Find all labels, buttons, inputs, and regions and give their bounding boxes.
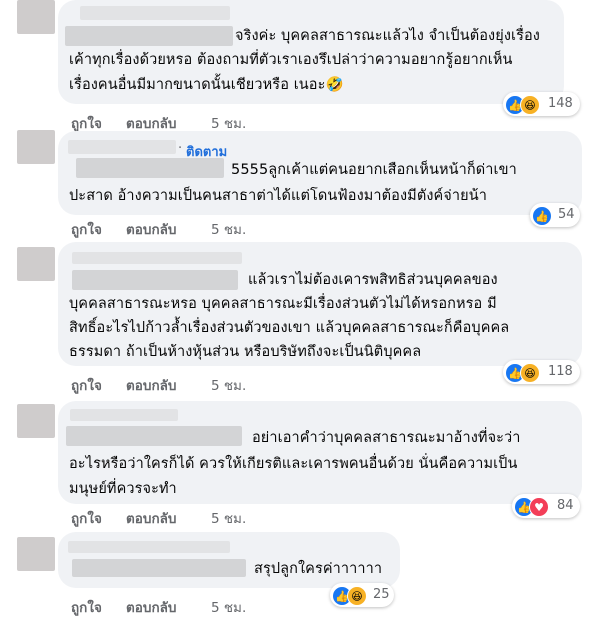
redacted-name — [80, 6, 230, 20]
comment-text-line: จริงค่ะ บุคคลสาธารณะแล้วไง จำเป็นต้องยุ่… — [235, 28, 540, 44]
reaction-summary[interactable]: 👍 😆 118 — [503, 360, 580, 384]
like-link[interactable]: ถูกใจ — [71, 596, 102, 618]
comment-text-line: เรื่องคนอื่นมีมากขนาดนั้นเชียวหรือ เนอะ🤣 — [69, 77, 344, 93]
redacted-name — [65, 26, 233, 46]
redacted-name — [72, 252, 242, 264]
avatar[interactable] — [17, 130, 55, 164]
redacted-name — [76, 158, 224, 178]
reaction-summary[interactable]: 👍 😆 148 — [503, 92, 580, 116]
laughing-face-icon: 😆 — [520, 95, 540, 115]
comment-text-line: ธรรมดา ถ้าเป็นห้างหุ้นส่วน หรือบริษัทถึง… — [69, 344, 422, 360]
thumbs-up-icon: 👍 — [532, 206, 552, 226]
reply-link[interactable]: ตอบกลับ — [126, 596, 176, 618]
redacted-name — [72, 559, 246, 577]
like-link[interactable]: ถูกใจ — [71, 218, 102, 240]
reply-link[interactable]: ตอบกลับ — [126, 507, 176, 529]
reply-link[interactable]: ตอบกลับ — [126, 374, 176, 396]
comment-text-line: มนุษย์ที่ควรจะทำ — [69, 481, 177, 497]
comment-text-line: สิทธิ์อะไรไปก้าวล้ำเรื่องส่วนตัวของเขา แ… — [69, 320, 510, 336]
redacted-name — [68, 541, 230, 553]
redacted-name — [70, 409, 178, 421]
timestamp[interactable]: 5 ชม. — [211, 374, 246, 396]
timestamp[interactable]: 5 ชม. — [211, 596, 246, 618]
comment-text-line: แล้วเราไม่ต้องเคารพสิทธิส่วนบุคคลของ — [248, 272, 498, 288]
timestamp[interactable]: 5 ชม. — [211, 218, 246, 240]
reaction-summary[interactable]: 👍 54 — [530, 203, 580, 227]
comment-text-line: อย่าเอาคำว่าบุคคลสาธารณะมาอ้างที่จะว่า — [252, 430, 521, 446]
reaction-count: 118 — [548, 364, 573, 379]
separator-dot: · — [178, 141, 183, 156]
like-link[interactable]: ถูกใจ — [71, 507, 102, 529]
laughing-face-icon: 😆 — [347, 586, 367, 606]
reaction-summary[interactable]: 👍 ♥ 84 — [512, 494, 580, 518]
comment-text-line: เค้าทุกเรื่องด้วยหรอ ต้องถามที่ตัวเราเอง… — [69, 52, 513, 68]
reaction-summary[interactable]: 👍 😆 25 — [330, 583, 394, 607]
comment-text-line: ปะสาด อ้างความเป็นคนสาธาต่าได้แต่โดนฟ้อง… — [69, 188, 487, 204]
avatar[interactable] — [17, 0, 55, 34]
comment-text-line: 5555ลูกเค้าแต่คนอยากเสือกเห็นหน้าก็ด่าเข… — [231, 162, 517, 178]
reaction-count: 25 — [373, 587, 390, 602]
comment-text-line: บุคคลสาธารณะหรอ บุคคลสาธารณะมีเรื่องส่วน… — [69, 296, 497, 312]
redacted-name — [66, 426, 242, 446]
avatar[interactable] — [17, 247, 55, 281]
reply-link[interactable]: ตอบกลับ — [126, 218, 176, 240]
comment-text-line: สรุปลูกใครค่าาาาาา — [254, 561, 383, 577]
heart-icon: ♥ — [529, 497, 549, 517]
reaction-count: 148 — [548, 96, 573, 111]
reaction-count: 84 — [557, 498, 574, 513]
reaction-count: 54 — [558, 207, 575, 222]
avatar[interactable] — [17, 537, 55, 571]
laughing-face-icon: 😆 — [520, 363, 540, 383]
avatar[interactable] — [17, 404, 55, 438]
like-link[interactable]: ถูกใจ — [71, 374, 102, 396]
redacted-name — [72, 270, 238, 290]
comment-text-line: อะไรหรือว่าใครก็ได้ ควรให้เกียรติและเคาร… — [69, 456, 518, 472]
redacted-name — [68, 140, 176, 154]
timestamp[interactable]: 5 ชม. — [211, 507, 246, 529]
